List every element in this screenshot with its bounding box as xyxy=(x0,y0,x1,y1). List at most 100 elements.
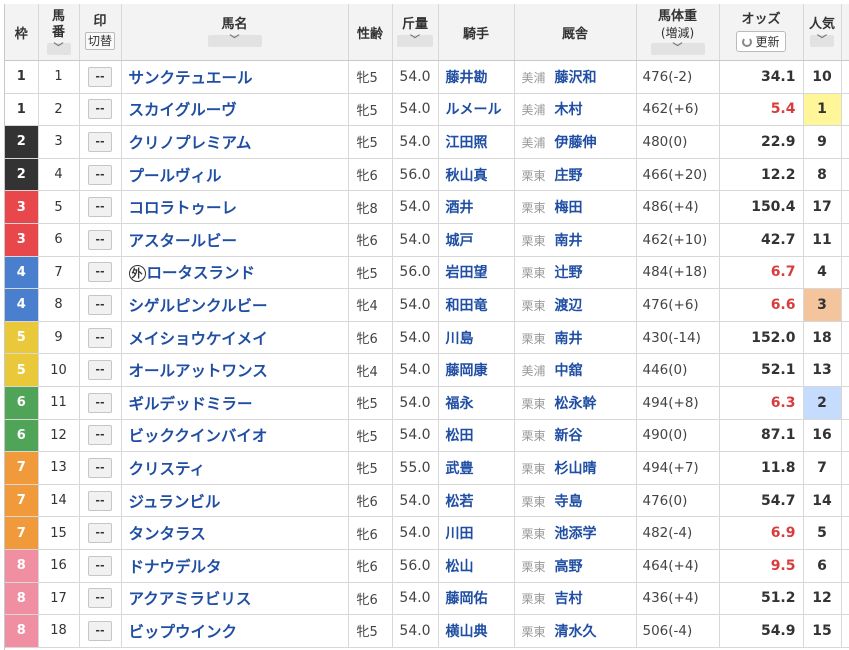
header-popularity[interactable]: 人気 ﹀ xyxy=(803,4,842,61)
jockey-link[interactable]: 藤岡康 xyxy=(446,363,488,379)
trainer-link[interactable]: 庄野 xyxy=(555,168,583,184)
mark-select-button[interactable]: -- xyxy=(88,555,112,576)
mark-select-button[interactable]: -- xyxy=(88,197,112,218)
trainer-link[interactable]: 辻野 xyxy=(555,265,583,281)
mark-select-button[interactable]: -- xyxy=(88,392,112,413)
mark-select-button[interactable]: -- xyxy=(88,131,112,152)
table-row[interactable]: 3 5 -- コロラトゥーレ 牝8 54.0 酒井 栗東 梅田 486(+4) 1… xyxy=(5,190,849,224)
sort-popularity-icon[interactable]: ﹀ xyxy=(810,35,834,47)
mark-select-button[interactable]: -- xyxy=(88,262,112,283)
jockey-link[interactable]: 藤井勘 xyxy=(446,70,488,86)
jockey-link[interactable]: 酒井 xyxy=(446,200,474,216)
jockey-link[interactable]: 和田竜 xyxy=(446,298,488,314)
table-row[interactable]: 4 7 -- 外ロータスランド 牝5 56.0 岩田望 栗東 辻野 484(+18… xyxy=(5,256,849,290)
jockey-link[interactable]: 川島 xyxy=(446,331,474,347)
trainer-link[interactable]: 梅田 xyxy=(555,200,583,216)
table-row[interactable]: 6 11 -- ギルデッドミラー 牝5 54.0 福永 栗東 松永幹 494(+8… xyxy=(5,386,849,420)
mark-select-button[interactable]: -- xyxy=(88,360,112,381)
jockey-link[interactable]: 秋山真 xyxy=(446,168,488,184)
trainer-link[interactable]: 松永幹 xyxy=(555,396,597,412)
table-row[interactable]: 2 3 -- クリノプレミアム 牝5 54.0 江田照 美浦 伊藤伸 480(0)… xyxy=(5,125,849,159)
odds-refresh-button[interactable]: 更新 xyxy=(736,31,786,52)
mark-select-button[interactable]: -- xyxy=(88,229,112,250)
jockey-link[interactable]: 江田照 xyxy=(446,135,488,151)
mark-select-button[interactable]: -- xyxy=(88,99,112,120)
trainer-link[interactable]: 池添学 xyxy=(555,526,597,542)
trainer-link[interactable]: 高野 xyxy=(555,559,583,575)
trainer-link[interactable]: 木村 xyxy=(555,102,583,118)
jockey-link[interactable]: 松田 xyxy=(446,428,474,444)
horse-name-link[interactable]: メイショウケイメイ xyxy=(129,330,268,348)
table-row[interactable]: 2 4 -- プールヴィル 牝6 56.0 秋山真 栗東 庄野 466(+20) … xyxy=(5,158,849,192)
trainer-link[interactable]: 藤沢和 xyxy=(555,70,597,86)
mark-select-button[interactable]: -- xyxy=(88,327,112,348)
sort-weight-icon[interactable]: ﹀ xyxy=(397,35,433,47)
trainer-link[interactable]: 南井 xyxy=(555,233,583,249)
jockey-link[interactable]: 福永 xyxy=(446,396,474,412)
horse-name-link[interactable]: サンクテュエール xyxy=(129,69,253,87)
mark-select-button[interactable]: -- xyxy=(88,294,112,315)
horse-name-link[interactable]: ジュランビル xyxy=(129,493,221,511)
table-row[interactable]: 8 16 -- ドナウデルタ 牝6 56.0 松山 栗東 高野 464(+4) 9… xyxy=(5,549,849,583)
mark-select-button[interactable]: -- xyxy=(88,425,112,446)
jockey-link[interactable]: 松山 xyxy=(446,559,474,575)
jockey-link[interactable]: 松若 xyxy=(446,494,474,510)
table-row[interactable]: 3 6 -- アスタールビー 牝6 54.0 城戸 栗東 南井 462(+10) … xyxy=(5,223,849,257)
horse-name-link[interactable]: ビッククインバイオ xyxy=(129,427,268,445)
trainer-link[interactable]: 渡辺 xyxy=(555,298,583,314)
horse-name-link[interactable]: ドナウデルタ xyxy=(129,558,222,576)
jockey-link[interactable]: 横山典 xyxy=(446,624,488,640)
table-row[interactable]: 7 13 -- クリスティ 牝5 55.0 武豊 栗東 杉山晴 494(+7) 1… xyxy=(5,451,849,485)
horse-name-link[interactable]: タンタラス xyxy=(129,525,206,543)
trainer-link[interactable]: 吉村 xyxy=(555,591,583,607)
jockey-link[interactable]: 川田 xyxy=(446,526,474,542)
table-row[interactable]: 5 9 -- メイショウケイメイ 牝6 54.0 川島 栗東 南井 430(-14… xyxy=(5,321,849,355)
trainer-link[interactable]: 南井 xyxy=(555,331,583,347)
header-weight[interactable]: 斤量 ﹀ xyxy=(392,4,439,61)
mark-select-button[interactable]: -- xyxy=(88,457,112,478)
header-name[interactable]: 馬名 ﹀ xyxy=(121,4,349,61)
mark-select-button[interactable]: -- xyxy=(88,588,112,609)
table-row[interactable]: 1 1 -- サンクテュエール 牝5 54.0 藤井勘 美浦 藤沢和 476(-2… xyxy=(5,60,849,94)
jockey-link[interactable]: ルメール xyxy=(446,102,502,118)
horse-name-link[interactable]: クリノプレミアム xyxy=(129,134,252,152)
header-body-weight[interactable]: 馬体重 (増減) ﹀ xyxy=(636,4,720,61)
table-row[interactable]: 8 18 -- ビップウインク 牝5 54.0 横山典 栗東 清水久 506(-4… xyxy=(5,614,849,648)
horse-name-link[interactable]: ビップウインク xyxy=(129,623,238,641)
mark-select-button[interactable]: -- xyxy=(88,523,112,544)
trainer-link[interactable]: 新谷 xyxy=(555,428,583,444)
trainer-link[interactable]: 杉山晴 xyxy=(555,461,597,477)
table-row[interactable]: 4 8 -- シゲルピンクルビー 牝4 54.0 和田竜 栗東 渡辺 476(+6… xyxy=(5,288,849,322)
horse-name-link[interactable]: クリスティ xyxy=(129,460,206,478)
horse-name-link[interactable]: シゲルピンクルビー xyxy=(129,297,268,315)
mark-select-button[interactable]: -- xyxy=(88,164,112,185)
header-umaban[interactable]: 馬 番 ﹀ xyxy=(38,4,80,61)
horse-name-link[interactable]: アクアミラビリス xyxy=(129,590,252,608)
table-row[interactable]: 5 10 -- オールアットワンス 牝4 54.0 藤岡康 美浦 中舘 446(0… xyxy=(5,353,849,387)
horse-name-link[interactable]: プールヴィル xyxy=(129,167,222,185)
table-row[interactable]: 6 12 -- ビッククインバイオ 牝5 54.0 松田 栗東 新谷 490(0)… xyxy=(5,419,849,453)
table-row[interactable]: 7 15 -- タンタラス 牝6 54.0 川田 栗東 池添学 482(-4) 6… xyxy=(5,516,849,550)
mark-toggle-button[interactable]: 切替 xyxy=(84,32,115,50)
mark-select-button[interactable]: -- xyxy=(88,66,112,87)
horse-name-link[interactable]: ロータスランド xyxy=(147,264,256,282)
horse-name-link[interactable]: オールアットワンス xyxy=(129,362,268,380)
jockey-link[interactable]: 城戸 xyxy=(446,233,474,249)
mark-select-button[interactable]: -- xyxy=(88,490,112,511)
trainer-link[interactable]: 寺島 xyxy=(555,494,583,510)
horse-name-link[interactable]: アスタールビー xyxy=(129,232,238,250)
table-row[interactable]: 7 14 -- ジュランビル 牝6 54.0 松若 栗東 寺島 476(0) 54… xyxy=(5,484,849,518)
sort-umaban-icon[interactable]: ﹀ xyxy=(46,43,71,55)
horse-name-link[interactable]: コロラトゥーレ xyxy=(129,199,238,217)
sort-body-weight-icon[interactable]: ﹀ xyxy=(650,43,705,55)
sort-name-icon[interactable]: ﹀ xyxy=(207,35,262,47)
horse-name-link[interactable]: ギルデッドミラー xyxy=(129,395,253,413)
trainer-link[interactable]: 伊藤伸 xyxy=(555,135,597,151)
trainer-link[interactable]: 清水久 xyxy=(555,624,597,640)
table-row[interactable]: 8 17 -- アクアミラビリス 牝6 54.0 藤岡佑 栗東 吉村 436(+4… xyxy=(5,582,849,616)
jockey-link[interactable]: 岩田望 xyxy=(446,265,488,281)
table-row[interactable]: 1 2 -- スカイグルーヴ 牝5 54.0 ルメール 美浦 木村 462(+6)… xyxy=(5,93,849,127)
mark-select-button[interactable]: -- xyxy=(88,620,112,641)
jockey-link[interactable]: 藤岡佑 xyxy=(446,591,488,607)
trainer-link[interactable]: 中舘 xyxy=(555,363,583,379)
